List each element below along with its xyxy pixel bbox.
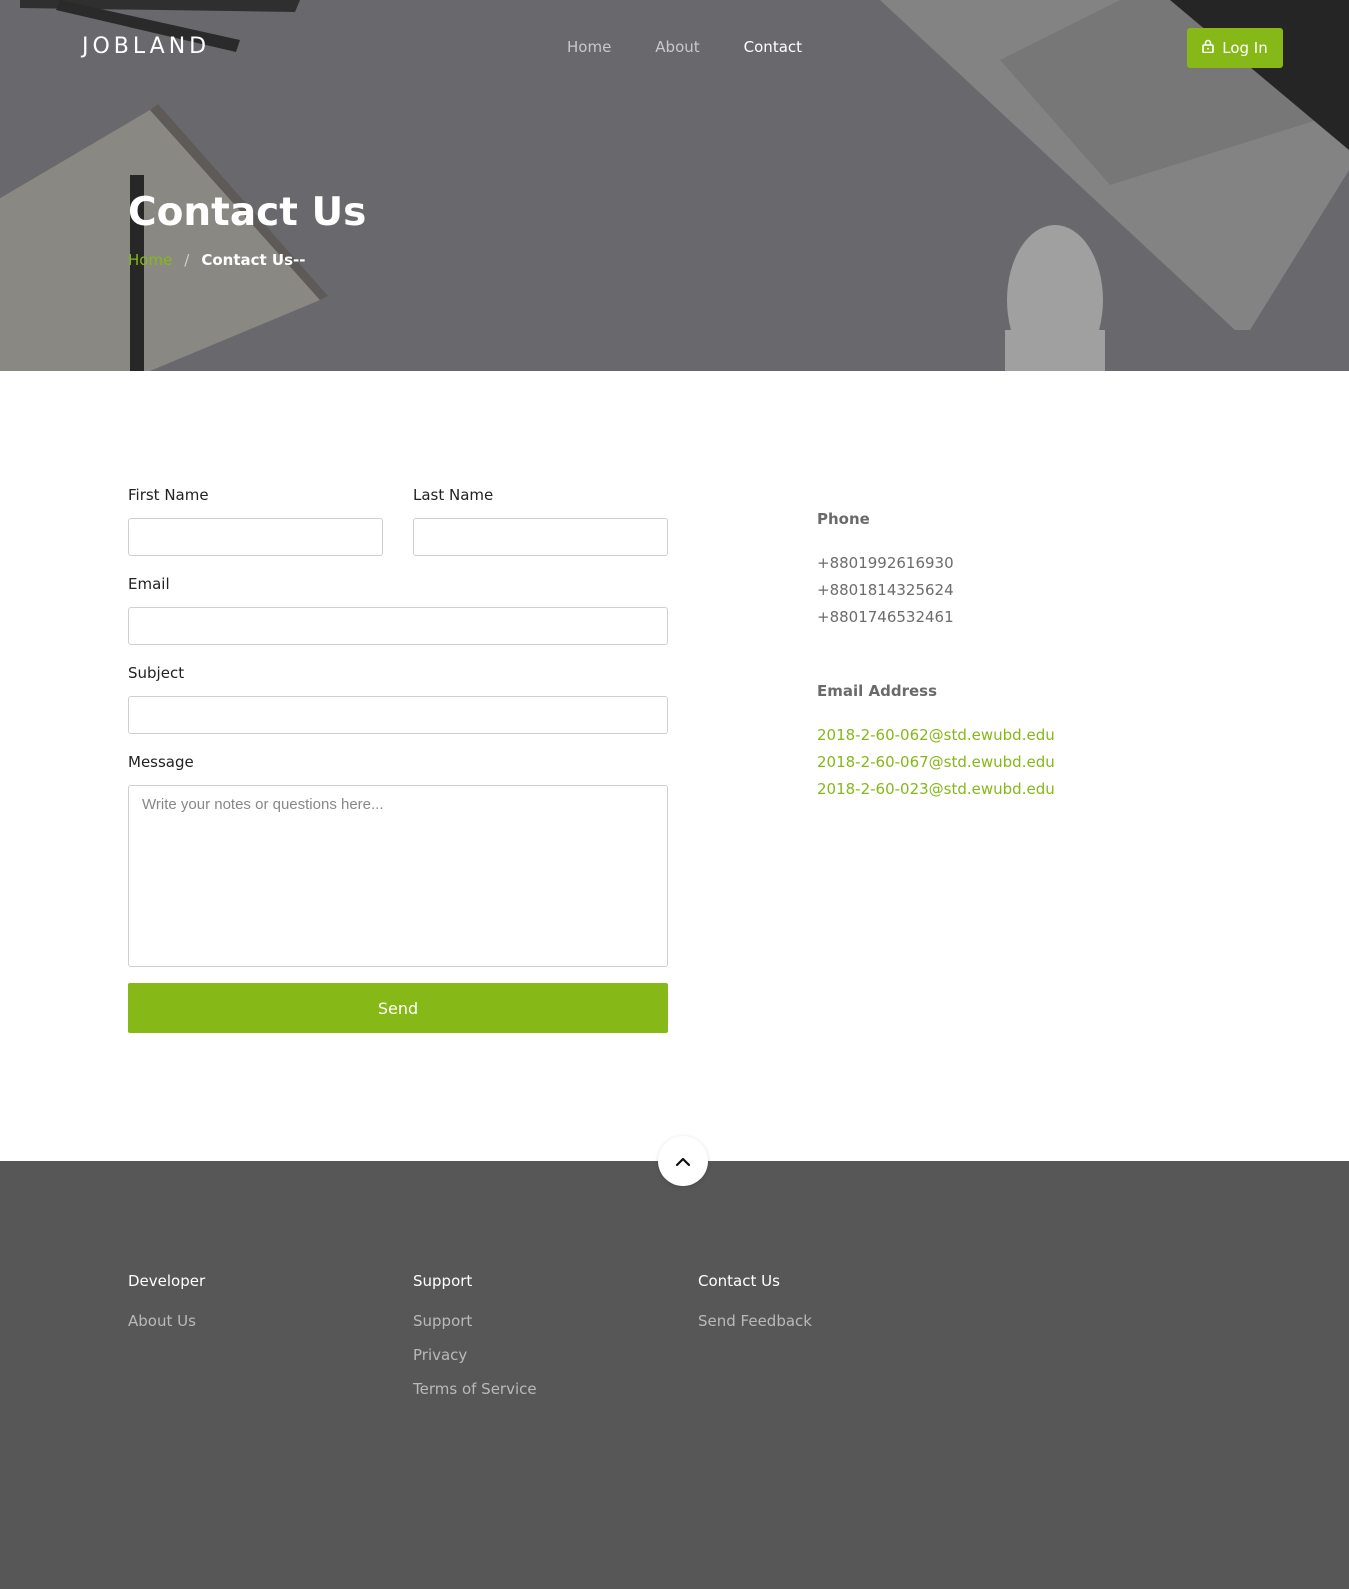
footer [0,1161,1349,1589]
login-label: Log In [1222,39,1268,57]
footer-link-terms[interactable]: Terms of Service [413,1380,537,1398]
first-name-field[interactable] [128,518,383,556]
lock-icon [1202,39,1215,57]
footer-link-support[interactable]: Support [413,1312,537,1330]
message-textarea[interactable]: Write your notes or questions here... [128,785,668,967]
site-logo[interactable]: JOBLAND [82,34,210,59]
subject-label: Subject [128,664,185,682]
footer-column-support: Support Support Privacy Terms of Service [413,1272,537,1414]
email-label: Email [128,575,170,593]
phone-number: +8801814325624 [817,581,954,599]
send-button[interactable]: Send [128,983,668,1033]
breadcrumb-home-link[interactable]: Home [128,251,172,269]
email-link[interactable]: 2018-2-60-062@std.ewubd.edu [817,722,1055,749]
footer-heading: Developer [128,1272,206,1290]
footer-link-send-feedback[interactable]: Send Feedback [698,1312,812,1330]
email-link[interactable]: 2018-2-60-023@std.ewubd.edu [817,776,1055,803]
footer-column-contact: Contact Us Send Feedback [698,1272,812,1346]
phone-number: +8801746532461 [817,608,954,626]
email-section: Email Address 2018-2-60-062@std.ewubd.ed… [817,682,1055,803]
email-field[interactable] [128,607,668,645]
breadcrumb: Home / Contact Us-- [128,251,306,269]
footer-link-privacy[interactable]: Privacy [413,1346,537,1364]
nav-home[interactable]: Home [567,38,611,56]
page-title: Contact Us [128,190,367,235]
chevron-up-icon [675,1152,691,1171]
phone-section: Phone +8801992616930 +8801814325624 +880… [817,510,954,631]
first-name-label: First Name [128,486,209,504]
nav-contact[interactable]: Contact [744,38,802,56]
email-link[interactable]: 2018-2-60-067@std.ewubd.edu [817,749,1055,776]
login-button[interactable]: Log In [1187,28,1283,68]
scroll-top-button[interactable] [658,1136,708,1186]
message-label: Message [128,753,194,771]
email-heading: Email Address [817,682,938,700]
nav-about[interactable]: About [655,38,699,56]
phone-heading: Phone [817,510,870,528]
phone-number: +8801992616930 [817,554,954,572]
breadcrumb-separator: / [184,251,190,269]
footer-link-about-us[interactable]: About Us [128,1312,205,1330]
hero-banner: JOBLAND Home About Contact Log In Contac… [0,0,1349,371]
last-name-field[interactable] [413,518,668,556]
last-name-label: Last Name [413,486,494,504]
footer-heading: Support [413,1272,473,1290]
main-nav: Home About Contact [567,38,846,56]
breadcrumb-current: Contact Us-- [201,251,306,269]
footer-column-developer: Developer About Us [128,1272,205,1346]
footer-heading: Contact Us [698,1272,780,1290]
subject-field[interactable] [128,696,668,734]
